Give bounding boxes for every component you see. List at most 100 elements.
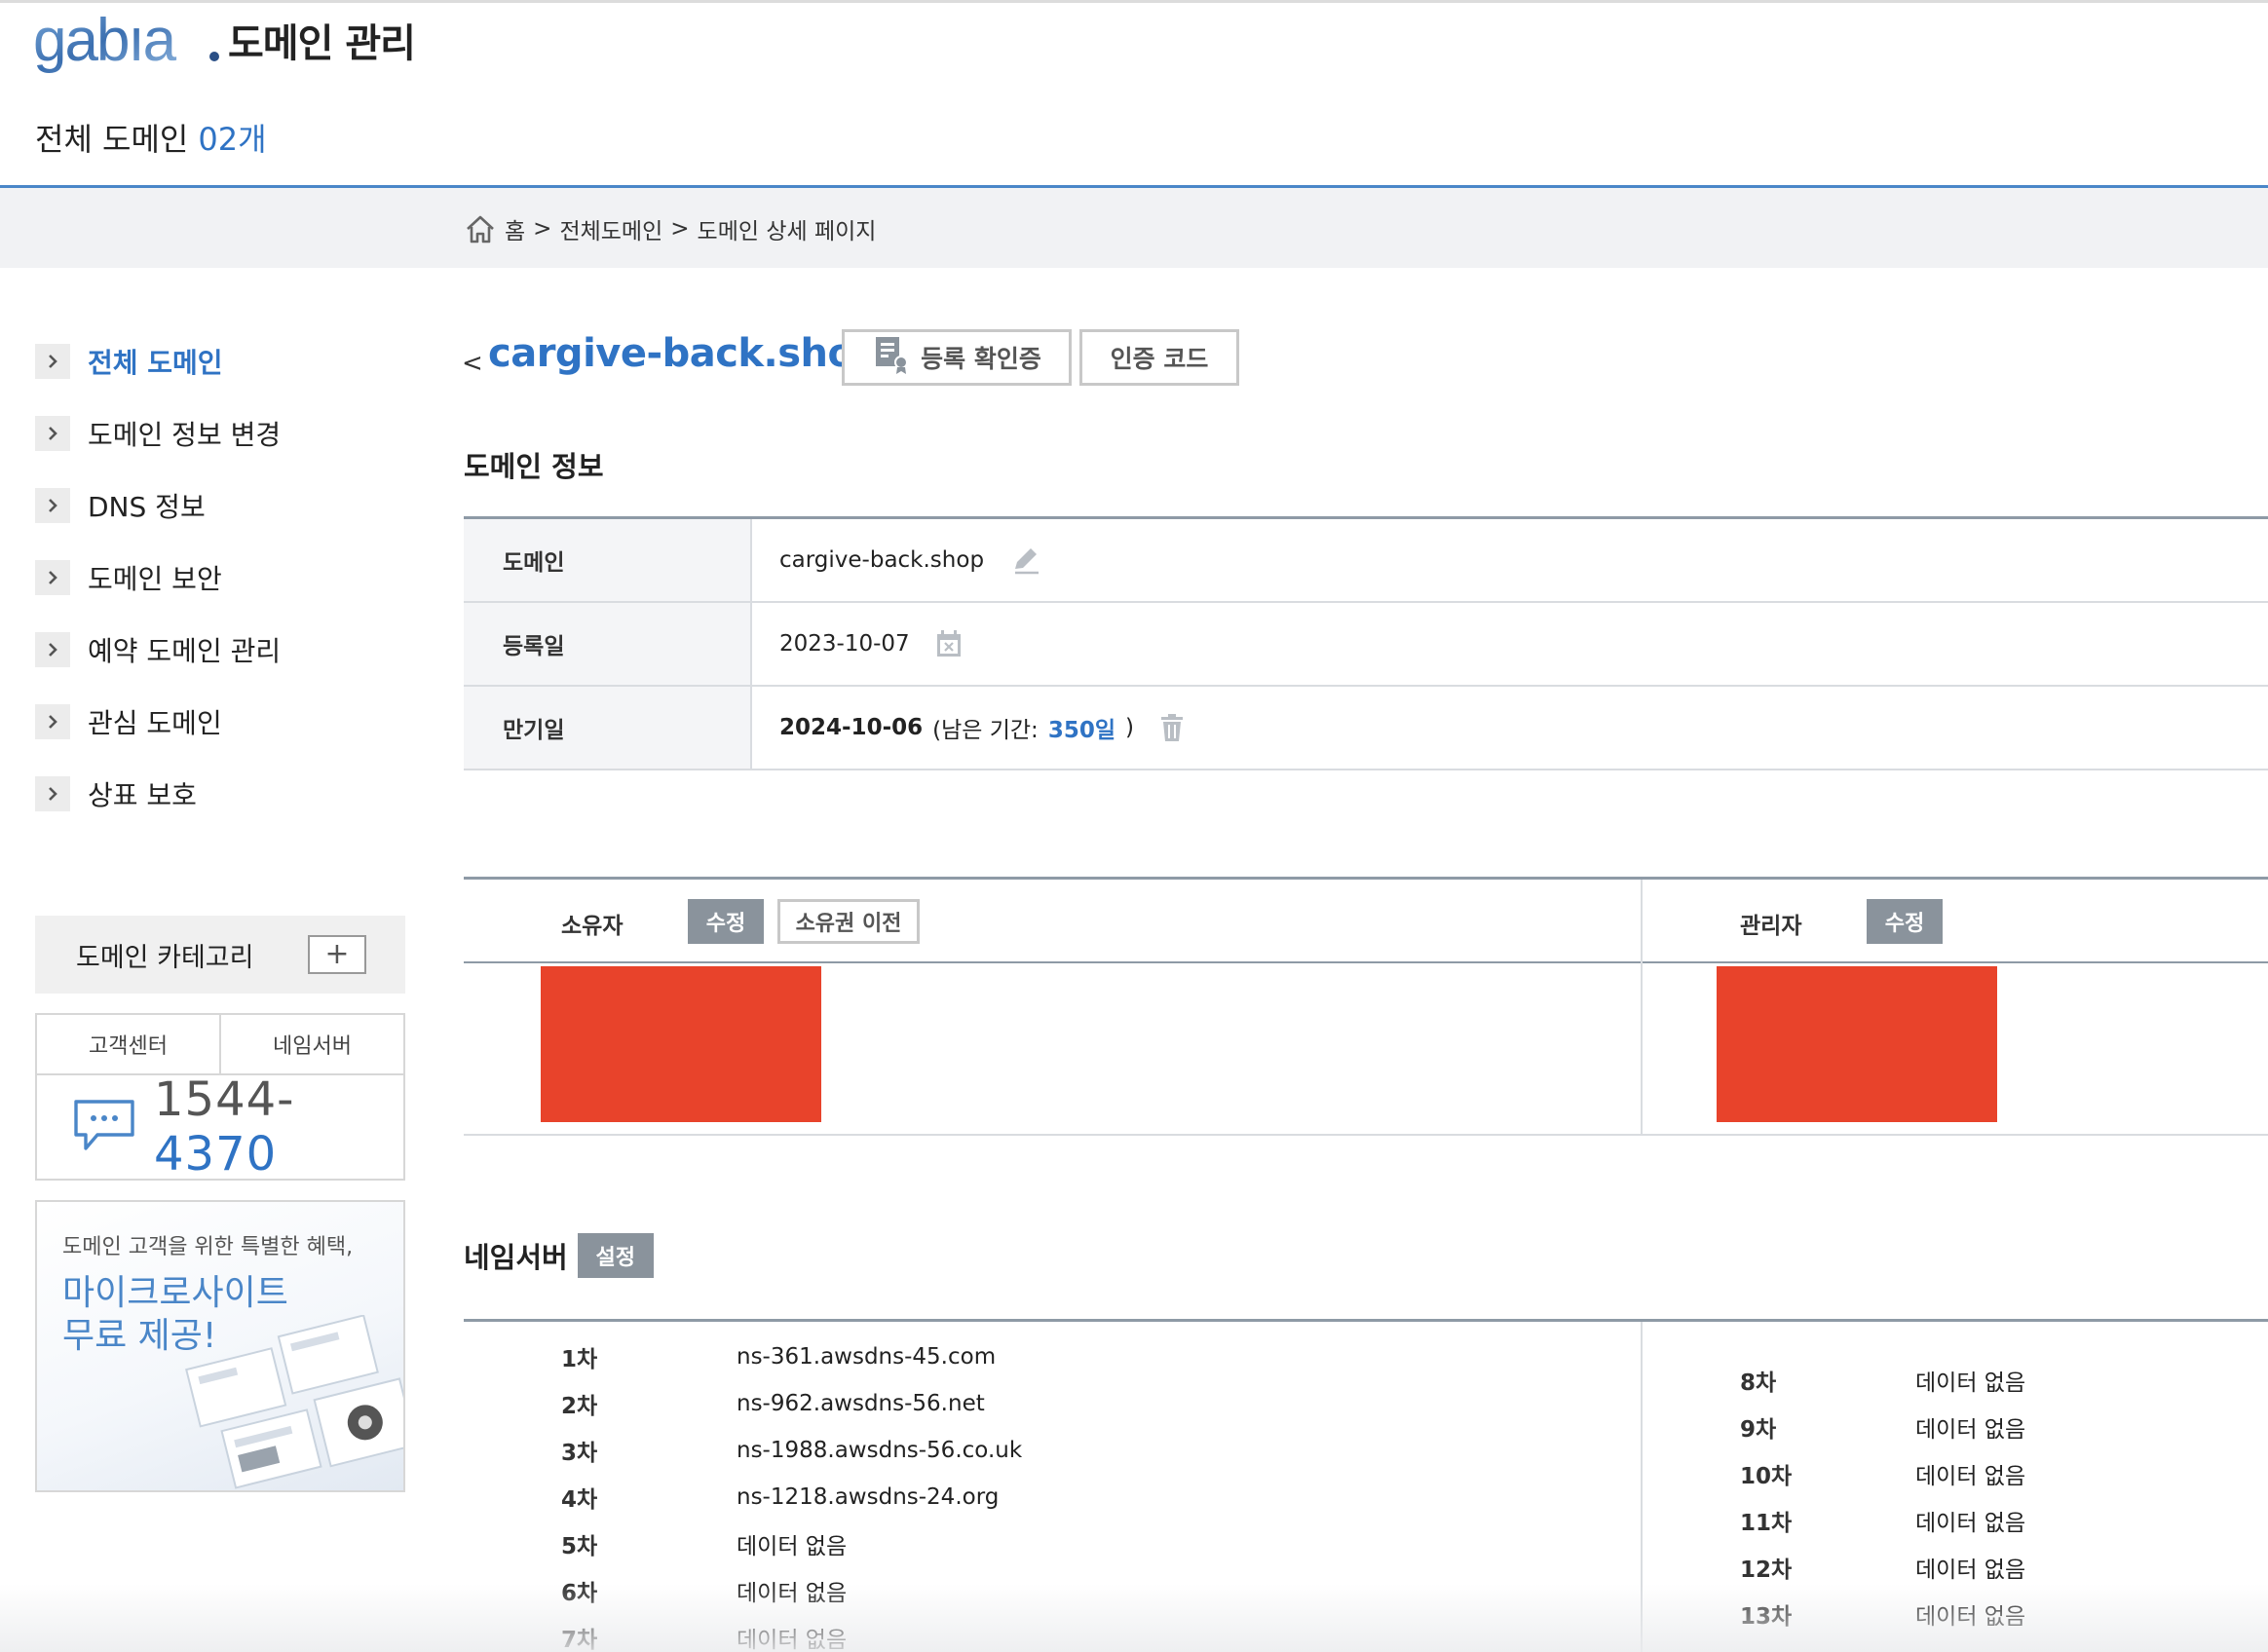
ns-value: 데이터 없음 [1915, 1511, 2026, 1536]
admin-label: 관리자 [1740, 914, 1802, 939]
sidebar-item-dns-info[interactable]: DNS 정보 [35, 469, 405, 542]
sidebar-item-reserved-domains[interactable]: 예약 도메인 관리 [35, 614, 405, 686]
chevron-right-icon [35, 488, 70, 523]
sidebar-item-domain-info-change[interactable]: 도메인 정보 변경 [35, 397, 405, 469]
sidebar-item-label: 도메인 정보 변경 [88, 419, 282, 451]
ns-rank: 10차 [1740, 1464, 1793, 1489]
info-val-expiry: 2024-10-06 (남은 기간: 350일 ) [752, 687, 2268, 769]
nameserver-row: 3차 ns-1988.awsdns-56.co.uk [561, 1427, 1022, 1474]
breadcrumb-separator: > [670, 216, 690, 242]
svg-text:gabıa: gabıa [33, 10, 177, 74]
ns-value: ns-361.awsdns-45.com [737, 1344, 997, 1370]
nameserver-setup-button[interactable]: 설정 [577, 1233, 654, 1278]
ns-value: 데이터 없음 [737, 1534, 848, 1559]
microsite-promo-banner[interactable]: 도메인 고객을 위한 특별한 혜택, 마이크로사이트 무료 제공! [35, 1200, 405, 1492]
ns-rank: 3차 [561, 1441, 598, 1466]
breadcrumb: 홈 > 전체도메인 > 도메인 상세 페이지 [464, 212, 876, 245]
gabia-logo-mark: gabıa [33, 10, 219, 74]
info-row-expiry: 만기일 2024-10-06 (남은 기간: 350일 ) [464, 687, 2268, 770]
ownership-transfer-button[interactable]: 소유권 이전 [777, 899, 920, 944]
ns-value: 데이터 없음 [737, 1581, 848, 1606]
nameserver-row: 2차 ns-962.awsdns-56.net [561, 1380, 985, 1427]
domain-info-table: 도메인 cargive-back.shop 등록일 2023-10-07 만기일… [464, 516, 2268, 770]
support-box: 고객센터 네임서버 1544-4370 [35, 1013, 405, 1182]
promo-illustration [185, 1315, 403, 1489]
auth-code-button[interactable]: 인증 코드 [1079, 329, 1239, 386]
total-domains-label: 전체 도메인 [35, 121, 189, 158]
registration-certificate-button[interactable]: 등록 확인증 [842, 329, 1072, 386]
home-icon[interactable] [464, 212, 497, 245]
sidebar-item-label: 예약 도메인 관리 [88, 635, 282, 667]
ns-value: 데이터 없음 [1915, 1558, 2026, 1583]
ns-rank: 13차 [1740, 1604, 1793, 1630]
tab-customer-center[interactable]: 고객센터 [37, 1015, 219, 1073]
phone-prefix: 1544- [154, 1072, 295, 1127]
ns-rank: 9차 [1740, 1417, 1777, 1443]
chevron-right-icon [35, 776, 70, 811]
chat-bubble-icon [72, 1098, 136, 1156]
certificate-icon [872, 335, 911, 380]
info-key-registered: 등록일 [464, 603, 752, 685]
top-border [0, 0, 2268, 3]
total-domains: 전체 도메인 02개 [35, 115, 267, 160]
admin-edit-button[interactable]: 수정 [1867, 899, 1943, 944]
nameserver-row: 12차 데이터 없음 [1740, 1544, 2025, 1591]
info-row-domain: 도메인 cargive-back.shop [464, 519, 2268, 603]
domain-value: cargive-back.shop [779, 547, 985, 573]
trash-icon[interactable] [1159, 713, 1185, 742]
domain-name-title: cargive-back.shop [488, 331, 882, 376]
breadcrumb-home[interactable]: 홈 [505, 212, 525, 245]
sidebar-item-trademark-protection[interactable]: 상표 보호 [35, 758, 405, 830]
tab-nameserver[interactable]: 네임서버 [219, 1015, 403, 1073]
nameserver-row: 6차 데이터 없음 [561, 1567, 847, 1614]
chevron-right-icon [35, 416, 70, 451]
calendar-icon[interactable] [935, 629, 963, 658]
expiry-date: 2024-10-06 [779, 715, 924, 740]
ns-rank: 2차 [561, 1394, 598, 1419]
sidebar-item-domain-security[interactable]: 도메인 보안 [35, 542, 405, 614]
ns-rank: 11차 [1740, 1511, 1793, 1536]
info-key-domain: 도메인 [464, 519, 752, 601]
domain-info-title: 도메인 정보 [464, 450, 604, 483]
breadcrumb-all-domains[interactable]: 전체도메인 [559, 212, 662, 245]
support-phone-number[interactable]: 1544-4370 [154, 1072, 403, 1182]
registered-date: 2023-10-07 [779, 631, 910, 657]
breadcrumb-current: 도메인 상세 페이지 [697, 219, 877, 244]
gabia-logo[interactable]: gabıa [33, 10, 228, 80]
support-phone: 1544-4370 [37, 1072, 403, 1182]
pencil-icon[interactable] [1009, 544, 1042, 577]
sidebar-item-watched-domains[interactable]: 관심 도메인 [35, 686, 405, 758]
ns-value: ns-962.awsdns-56.net [737, 1391, 985, 1416]
owner-info-redacted [541, 966, 821, 1122]
remaining-close: ) [1124, 715, 1134, 740]
breadcrumb-bar [0, 188, 2268, 268]
ns-value: 데이터 없음 [1915, 1370, 2026, 1396]
nameserver-divider [1641, 1322, 1643, 1652]
breadcrumb-separator: > [533, 216, 552, 242]
ns-rank: 8차 [1740, 1370, 1777, 1396]
ns-value: 데이터 없음 [1915, 1604, 2026, 1630]
ns-value: 데이터 없음 [737, 1628, 848, 1652]
owner-edit-button[interactable]: 수정 [688, 899, 764, 944]
domain-category-label: 도메인 카테고리 [76, 942, 254, 973]
admin-info-redacted [1717, 966, 1997, 1122]
nameserver-header: 네임서버 설정 [464, 1233, 654, 1278]
ns-rank: 6차 [561, 1581, 598, 1606]
sidebar-item-all-domains[interactable]: 전체 도메인 [35, 325, 405, 397]
ns-value: ns-1218.awsdns-24.org [737, 1484, 1000, 1510]
back-button[interactable]: < [462, 349, 483, 378]
total-domains-count[interactable]: 02개 [198, 121, 266, 158]
nameserver-table: 1차 ns-361.awsdns-45.com 2차 ns-962.awsdns-5… [464, 1319, 2268, 1652]
app-title: 도메인 관리 [228, 21, 416, 66]
ns-rank: 7차 [561, 1628, 598, 1652]
ns-value: 데이터 없음 [1915, 1464, 2026, 1489]
remaining-open: (남은 기간: [932, 718, 1039, 743]
owner-label: 소유자 [561, 914, 624, 939]
sidebar-item-label: 도메인 보안 [88, 563, 222, 595]
add-category-button[interactable]: + [308, 935, 366, 974]
nameserver-row: 13차 데이터 없음 [1740, 1591, 2025, 1637]
nameserver-row: 4차 ns-1218.awsdns-24.org [561, 1474, 999, 1521]
registration-certificate-label: 등록 확인증 [921, 345, 1041, 373]
ns-rank: 12차 [1740, 1558, 1793, 1583]
chevron-right-icon [35, 560, 70, 595]
